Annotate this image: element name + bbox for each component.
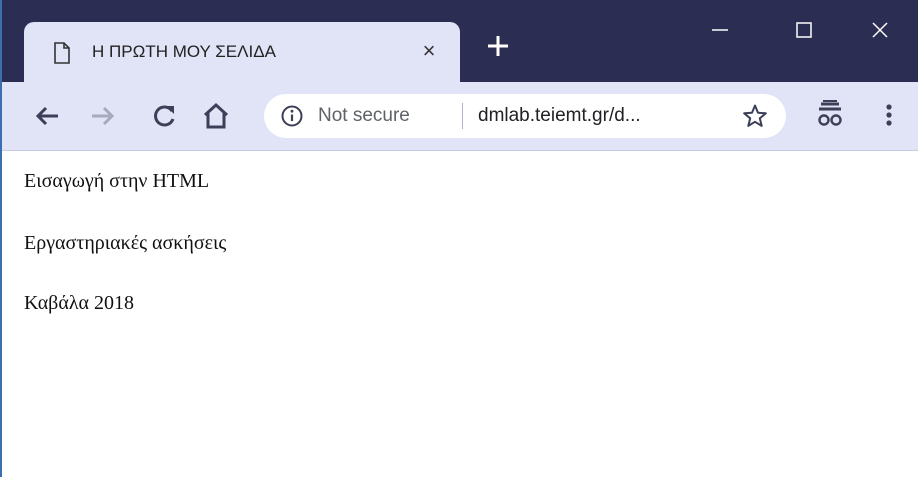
toolbar: Not secure dmlab.teiemt.gr/d... <box>2 82 918 151</box>
address-bar[interactable]: Not secure dmlab.teiemt.gr/d... <box>264 94 786 138</box>
kebab-menu-icon[interactable] <box>874 98 904 132</box>
info-icon[interactable] <box>280 104 304 128</box>
back-arrow-icon[interactable] <box>30 98 66 134</box>
tab-close-icon[interactable]: × <box>414 36 444 66</box>
divider <box>462 103 463 129</box>
maximize-icon[interactable] <box>784 10 824 50</box>
text-line-2: Εργαστηριακές ασκήσεις <box>24 232 227 254</box>
url-text[interactable]: dmlab.teiemt.gr/d... <box>478 105 641 127</box>
window-close-icon[interactable] <box>860 10 900 50</box>
text-line-1: Εισαγωγή στην HTML <box>24 170 210 192</box>
security-label[interactable]: Not secure <box>318 105 410 127</box>
new-tab-plus-icon[interactable] <box>482 30 514 62</box>
minimize-icon[interactable] <box>700 10 740 50</box>
star-icon[interactable] <box>742 103 768 129</box>
reload-icon[interactable] <box>146 98 182 134</box>
title-bar: Η ΠΡΩΤΗ ΜΟΥ ΣΕΛΙΔΑ × <box>2 0 918 82</box>
page-icon <box>54 42 70 64</box>
home-icon[interactable] <box>198 98 234 134</box>
text-line-3: Καβάλα 2018 <box>24 292 135 314</box>
forward-arrow-icon[interactable] <box>84 98 120 134</box>
browser-window: Η ΠΡΩΤΗ ΜΟΥ ΣΕΛΙΔΑ × Not secure dmlab.te… <box>0 0 918 477</box>
tab-title: Η ΠΡΩΤΗ ΜΟΥ ΣΕΛΙΔΑ <box>92 42 276 61</box>
active-tab[interactable]: Η ΠΡΩΤΗ ΜΟΥ ΣΕΛΙΔΑ × <box>24 22 460 82</box>
incognito-icon[interactable] <box>814 96 846 130</box>
